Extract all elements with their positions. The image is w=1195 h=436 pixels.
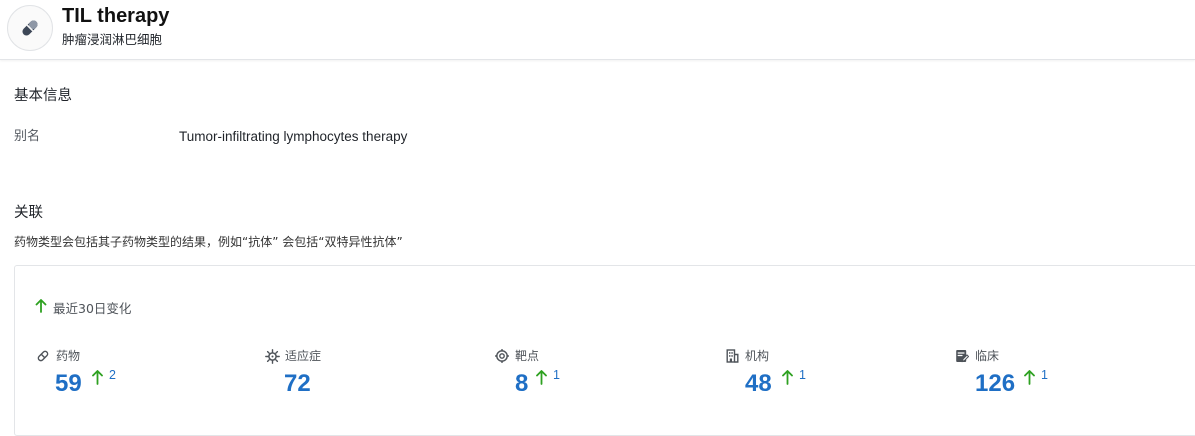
stat-value[interactable]: 126	[975, 368, 1015, 400]
alias-value: Tumor-infiltrating lymphocytes therapy	[179, 129, 408, 144]
clipboard-icon	[954, 348, 970, 364]
change-indicator: 最近30日变化	[35, 298, 131, 317]
pill-icon	[35, 348, 51, 364]
related-note: 药物类型会包括其子药物类型的结果，例如“抗体” 会包括“双特异性抗体”	[14, 235, 403, 249]
stat-value[interactable]: 8	[515, 368, 528, 400]
stat-value[interactable]: 59	[55, 368, 82, 400]
change-label: 最近30日变化	[53, 301, 132, 316]
stat-label: 临床	[975, 349, 1000, 363]
stat-delta: 1	[1024, 368, 1048, 388]
building-icon	[724, 348, 740, 364]
stat-delta-value: 1	[553, 368, 560, 382]
stat-delta-value: 2	[109, 368, 116, 382]
stat-delta: 1	[536, 368, 560, 388]
stat-delta: 1	[782, 368, 806, 388]
target-icon	[494, 348, 510, 364]
stat-clinical[interactable]: 临床 126 1	[954, 346, 1154, 406]
page-header: TIL therapy 肿瘤浸润淋巴细胞	[0, 0, 1195, 60]
stat-label: 机构	[745, 349, 770, 363]
page-title: TIL therapy	[62, 5, 170, 27]
stat-delta-value: 1	[1041, 368, 1048, 382]
alias-label: 别名	[14, 129, 41, 144]
stat-indications[interactable]: 适应症 72	[264, 346, 464, 406]
stat-delta: 2	[92, 368, 116, 388]
arrow-up-icon	[782, 370, 793, 388]
basic-info-title: 基本信息	[14, 88, 72, 104]
arrow-up-icon	[1024, 370, 1035, 388]
stat-label: 适应症	[285, 349, 322, 363]
arrow-up-icon	[35, 299, 47, 316]
stat-label: 靶点	[515, 349, 540, 363]
stat-drugs[interactable]: 药物 59 2	[35, 346, 235, 406]
page-subtitle: 肿瘤浸润淋巴细胞	[62, 32, 163, 47]
stat-delta-value: 1	[799, 368, 806, 382]
stat-label: 药物	[56, 349, 81, 363]
related-card: 最近30日变化 药物 59 2 适应症 72 靶点 8 1 机构 48 1 临床…	[14, 265, 1195, 436]
stat-value[interactable]: 48	[745, 368, 772, 400]
stat-value[interactable]: 72	[284, 368, 311, 400]
pill-icon	[7, 5, 53, 51]
virus-icon	[264, 348, 280, 364]
stat-organizations[interactable]: 机构 48 1	[724, 346, 924, 406]
related-title: 关联	[14, 205, 43, 221]
arrow-up-icon	[536, 370, 547, 388]
stat-targets[interactable]: 靶点 8 1	[494, 346, 694, 406]
arrow-up-icon	[92, 370, 103, 388]
